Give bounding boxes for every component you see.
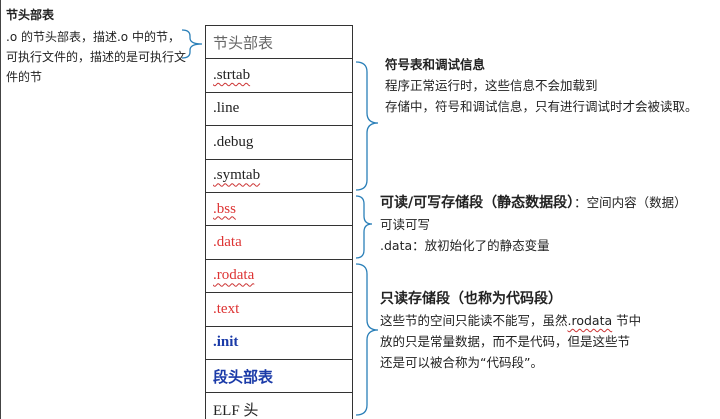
ro-line1b: .rodata [567,313,613,328]
ro-line1c: 节中 [612,313,642,328]
ro-title: 只读存储段（也称为代码段） [380,291,562,307]
symbols-line1: 程序正常运行时，这些信息不会加载到 [385,78,598,93]
rw-title: 可读/可写存储段（静态数据段） [380,195,575,211]
ro-description: 只读存储段（也称为代码段） 这些节的空间只能读不能写，虽然.rodata 节中 … [380,289,710,373]
section-cell-rodata: .rodata [206,260,352,294]
section-cell-text: .text [206,293,352,327]
note-title: 节头部表 [6,8,55,22]
section-table: 节头部表 .strtab .line .debug .symtab .bss .… [205,25,353,419]
section-cell-elf-header: ELF 头 [206,393,352,419]
section-cell-data: .data [206,226,352,260]
ro-line1a: 这些节的空间只能读不能写，虽然 [380,313,568,328]
section-cell-line: .line [206,93,352,127]
symbols-line2: 存储中，符号和调试信息，只有进行调试时才会被读取。 [385,99,698,114]
ro-line3: 还是可以被合称为“代码段”。 [380,355,543,370]
section-cell-init: .init [206,327,352,360]
section-cell-debug: .debug [206,126,352,160]
section-cell-symtab: .symtab [206,160,352,193]
rw-title-suffix: ：空间内容（数据） [574,195,687,210]
rw-description: 可读/可写存储段（静态数据段）：空间内容（数据） 可读可写 .data：放初始化… [380,192,720,256]
symbols-title: 符号表和调试信息 [385,57,486,72]
note-text: .o 的节头部表，描述.o 中的节，可执行文件的，描述的是可执行文件的节 [6,30,187,84]
section-cell-strtab: .strtab [206,59,352,93]
symbols-description: 符号表和调试信息 程序正常运行时，这些信息不会加载到 存储中，符号和调试信息，只… [385,54,715,117]
section-cell-bss: .bss [206,193,352,227]
ro-line2: 放的只是常量数据，而不是代码，但是这些节 [380,334,631,349]
section-cell-segment-header: 段头部表 [206,360,352,394]
rw-line2: .data：放初始化了的静态变量 [380,238,550,253]
rw-line1: 可读可写 [380,217,431,232]
section-cell-header: 节头部表 [206,26,352,60]
